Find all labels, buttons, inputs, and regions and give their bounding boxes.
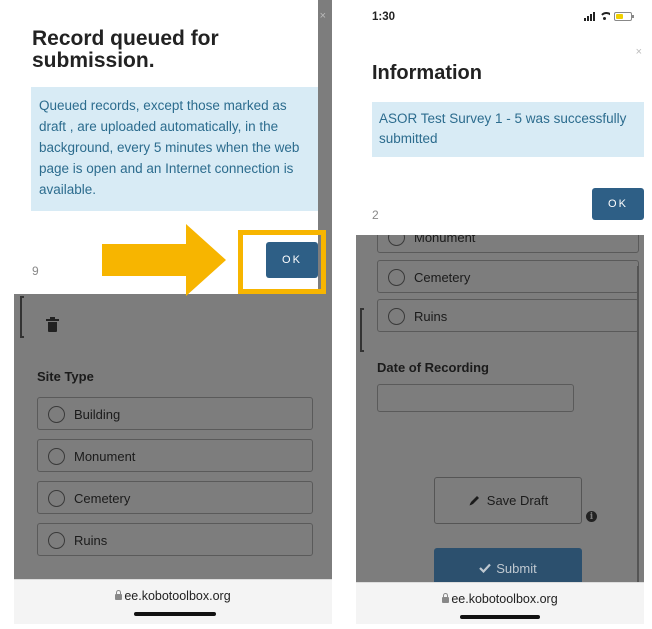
- right-phone-screen: 1:30 Monument Cemetery Ruins Date of Rec…: [356, 0, 644, 624]
- radio-icon: [388, 308, 405, 325]
- dialog-title: Record queued for submission.: [32, 27, 219, 72]
- save-draft-label: Save Draft: [486, 493, 549, 508]
- option-ruins[interactable]: Ruins: [37, 523, 313, 556]
- url-display: ee.kobotoolbox.org: [14, 589, 332, 603]
- radio-icon: [48, 532, 65, 549]
- battery-icon: [614, 12, 634, 21]
- status-time: 1:30: [372, 11, 396, 23]
- site-type-label: Site Type: [37, 369, 94, 384]
- option-label: Ruins: [414, 309, 448, 324]
- radio-icon: [48, 490, 65, 507]
- ok-button-highlight: [238, 230, 326, 294]
- information-dialog: × Information ASOR Test Survey 1 - 5 was…: [356, 38, 644, 235]
- close-icon[interactable]: ×: [636, 46, 642, 58]
- url-text: ee.kobotoolbox.org: [451, 592, 558, 606]
- dialog-title: Information: [372, 62, 482, 84]
- home-indicator[interactable]: [134, 612, 216, 616]
- wifi-icon: [599, 12, 610, 21]
- option-label: Ruins: [74, 533, 108, 548]
- home-indicator[interactable]: [460, 615, 540, 619]
- option-label: Monument: [74, 449, 136, 464]
- dialog-countdown: 9: [32, 264, 39, 278]
- group-bracket: [20, 296, 24, 338]
- date-of-recording-label: Date of Recording: [377, 360, 489, 375]
- option-cemetery[interactable]: Cemetery: [37, 481, 313, 514]
- signal-icon: [584, 12, 595, 21]
- browser-url-bar[interactable]: ee.kobotoolbox.org: [14, 579, 332, 624]
- submit-label: Submit: [496, 560, 537, 576]
- option-cemetery[interactable]: Cemetery: [377, 260, 639, 293]
- date-input[interactable]: [377, 384, 574, 412]
- option-label: Cemetery: [74, 491, 131, 506]
- url-display: ee.kobotoolbox.org: [356, 592, 644, 606]
- pencil-icon: [469, 496, 479, 506]
- ok-button[interactable]: OK: [592, 188, 644, 220]
- radio-icon: [48, 406, 65, 423]
- arrow-right-icon: [102, 224, 226, 296]
- option-label: Cemetery: [414, 270, 471, 285]
- status-icons: [584, 12, 634, 21]
- url-text: ee.kobotoolbox.org: [124, 589, 231, 603]
- save-draft-button[interactable]: Save Draft: [434, 477, 582, 524]
- option-label: Building: [74, 407, 121, 422]
- scrollbar[interactable]: [637, 266, 639, 586]
- browser-url-bar[interactable]: ee.kobotoolbox.org: [356, 582, 644, 624]
- dialog-message: Queued records, except those marked as d…: [31, 87, 318, 211]
- option-ruins[interactable]: Ruins: [377, 299, 639, 332]
- lock-icon: [115, 590, 123, 600]
- status-bar: 1:30: [356, 0, 644, 38]
- radio-icon: [48, 448, 65, 465]
- group-bracket: [360, 308, 364, 352]
- dialog-message: ASOR Test Survey 1 - 5 was successfully …: [372, 102, 644, 157]
- trash-icon[interactable]: [46, 317, 59, 332]
- left-phone-screen: Site Type Building Monument Cemetery Rui…: [14, 0, 332, 624]
- info-icon[interactable]: i: [586, 511, 597, 522]
- radio-icon: [388, 269, 405, 286]
- close-icon[interactable]: ×: [320, 10, 326, 22]
- dialog-countdown: 2: [372, 208, 379, 222]
- option-building[interactable]: Building: [37, 397, 313, 430]
- option-monument[interactable]: Monument: [37, 439, 313, 472]
- comparison-screenshot: Site Type Building Monument Cemetery Rui…: [0, 0, 652, 629]
- checkmark-icon: [479, 563, 492, 573]
- lock-icon: [442, 593, 450, 603]
